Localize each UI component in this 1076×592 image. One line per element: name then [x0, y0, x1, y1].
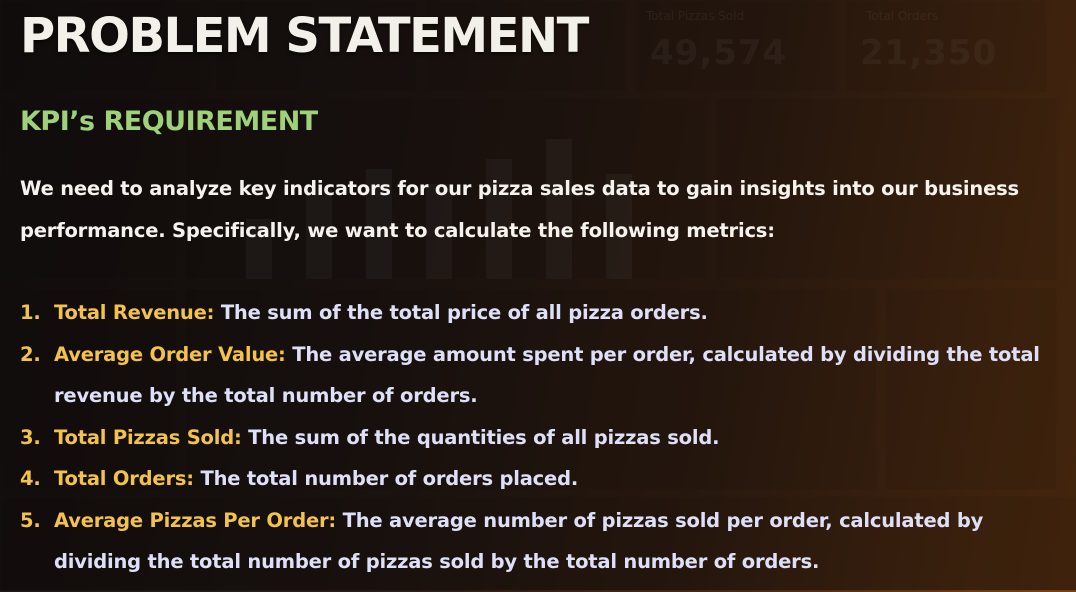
list-item: 3. Total Pizzas Sold: The sum of the quan…: [20, 417, 1050, 459]
bg-kpi-card-orders: Total Orders 21,350: [845, 0, 1047, 92]
metric-term: Total Revenue:: [54, 301, 215, 324]
bg-kpi-value: 21,350: [860, 33, 998, 73]
metric-description: The sum of the total price of all pizza …: [214, 301, 708, 324]
bg-kpi-card-pizzas: Total Pizzas Sold 49,574: [635, 0, 837, 92]
metric-description: The total number of orders placed.: [193, 467, 579, 490]
metric-term: Average Pizzas Per Order:: [54, 508, 337, 532]
item-number: 5.: [20, 508, 41, 532]
list-item: 5. Average Pizzas Per Order: The average …: [20, 500, 1050, 583]
metrics-list: 1. Total Revenue: The sum of the total pr…: [20, 292, 1050, 583]
item-number: 4.: [20, 467, 41, 490]
metric-term: Average Order Value:: [54, 342, 286, 366]
bg-kpi-label: Total Pizzas Sold: [646, 9, 745, 23]
list-item: 4. Total Orders: The total number of orde…: [20, 458, 1050, 500]
metric-term: Total Orders:: [54, 467, 194, 490]
item-number: 3.: [20, 425, 41, 449]
item-number: 2.: [20, 342, 41, 366]
page-title: PROBLEM STATEMENT: [20, 8, 589, 64]
section-subtitle: KPI’s REQUIREMENT: [20, 106, 318, 137]
intro-paragraph: We need to analyze key indicators for ou…: [20, 177, 1019, 242]
bg-kpi-label: Total Orders: [866, 9, 939, 23]
bg-kpi-value: 49,574: [650, 33, 788, 73]
list-item: 2. Average Order Value: The average amoun…: [20, 334, 1050, 417]
metric-description: The sum of the quantities of all pizzas …: [241, 425, 720, 449]
list-item: 1. Total Revenue: The sum of the total pr…: [20, 292, 1050, 334]
item-number: 1.: [20, 301, 41, 324]
metric-term: Total Pizzas Sold:: [54, 425, 242, 449]
